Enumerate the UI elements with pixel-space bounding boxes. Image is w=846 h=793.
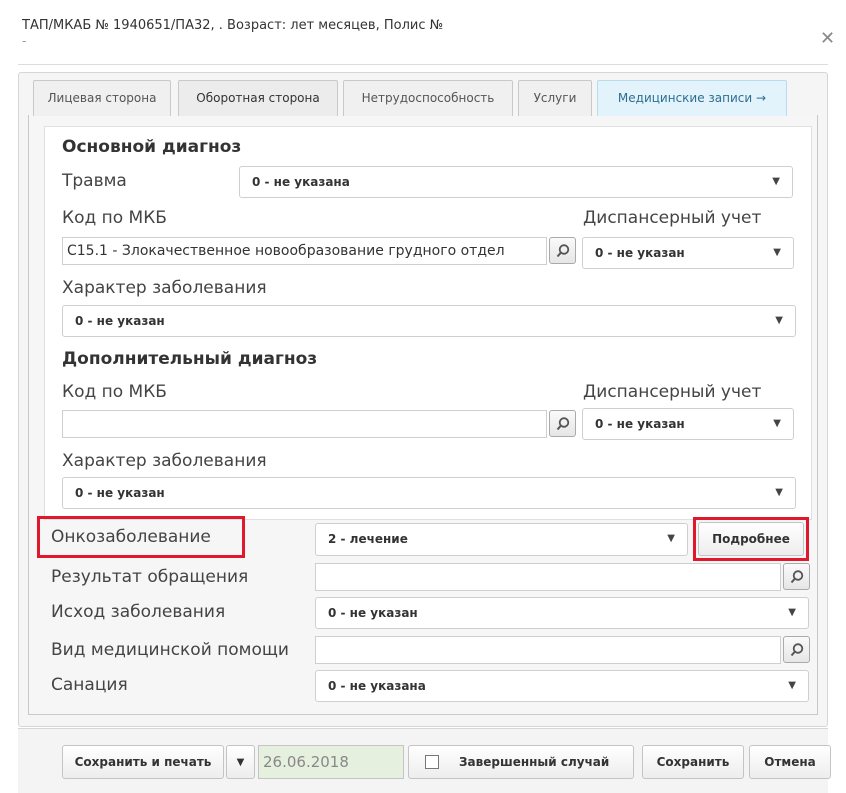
- chevron-down-icon: ▼: [773, 418, 781, 429]
- onco-select[interactable]: 2 - лечение ▼: [315, 523, 688, 556]
- chevron-down-icon: ▼: [775, 315, 783, 326]
- trauma-select[interactable]: 0 - не указана ▼: [239, 166, 793, 198]
- mkb-input[interactable]: С15.1 - Злокачественное новообразование …: [62, 237, 547, 265]
- character-value: 0 - не указан: [75, 314, 165, 328]
- dispensary-label: Диспансерный учет: [583, 208, 762, 228]
- cancel-button[interactable]: Отмена: [749, 745, 831, 779]
- extra-dispensary-label: Диспансерный учет: [583, 382, 762, 402]
- completed-case-checkbox[interactable]: Завершенный случай: [408, 745, 634, 779]
- chevron-down-icon: ▼: [667, 533, 675, 544]
- sanation-select[interactable]: 0 - не указана ▼: [315, 670, 809, 702]
- chevron-down-icon: ▼: [775, 487, 783, 498]
- extra-dispensary-value: 0 - не указан: [595, 417, 685, 431]
- character-label: Характер заболевания: [62, 278, 267, 298]
- trauma-label: Травма: [62, 171, 127, 191]
- completed-case-label: Завершенный случай: [459, 755, 610, 769]
- chevron-down-icon: ▼: [773, 247, 781, 258]
- mkb-search-button[interactable]: [549, 237, 576, 264]
- dialog-header: [0, 0, 846, 70]
- tab-services[interactable]: Услуги: [518, 80, 592, 116]
- extra-character-label: Характер заболевания: [62, 451, 267, 471]
- onco-label: Онкозаболевание: [51, 527, 211, 547]
- chevron-down-icon: ▼: [772, 176, 780, 187]
- search-icon: [556, 416, 569, 430]
- outcome-value: 0 - не указан: [328, 606, 418, 620]
- save-print-dropdown[interactable]: ▼: [226, 745, 255, 779]
- chevron-down-icon: ▼: [788, 680, 796, 691]
- sanation-label: Санация: [51, 675, 128, 695]
- extra-character-value: 0 - не указан: [75, 486, 165, 500]
- extra-mkb-search-button[interactable]: [549, 410, 576, 437]
- outcome-label: Исход заболевания: [51, 602, 226, 622]
- result-label: Результат обращения: [51, 567, 249, 587]
- dialog-subtitle: -: [22, 34, 27, 48]
- result-input[interactable]: [315, 563, 781, 591]
- chevron-down-icon: ▼: [236, 756, 245, 768]
- tab-back-side[interactable]: Оборотная сторона: [178, 80, 338, 116]
- extra-mkb-input[interactable]: [62, 410, 547, 438]
- dispensary-select[interactable]: 0 - не указан ▼: [582, 237, 794, 269]
- main-diagnosis-title: Основной диагноз: [62, 137, 242, 157]
- care-type-input[interactable]: [315, 636, 781, 664]
- save-print-button[interactable]: Сохранить и печать: [62, 745, 224, 779]
- chevron-down-icon: ▼: [788, 607, 796, 618]
- extra-diagnosis-title: Дополнительный диагноз: [62, 349, 318, 369]
- save-button[interactable]: Сохранить: [642, 745, 744, 779]
- onco-value: 2 - лечение: [328, 532, 408, 546]
- details-button[interactable]: Подробнее: [698, 522, 804, 556]
- checkbox-icon: [425, 755, 439, 769]
- tab-front-side[interactable]: Лицевая сторона: [33, 80, 171, 116]
- tab-disability[interactable]: Нетрудоспособность: [343, 80, 513, 116]
- character-select[interactable]: 0 - не указан ▼: [62, 305, 796, 337]
- extra-character-select[interactable]: 0 - не указан ▼: [62, 477, 796, 509]
- care-type-label: Вид медицинской помощи: [51, 640, 289, 660]
- search-icon: [790, 642, 803, 656]
- search-icon: [556, 243, 569, 257]
- extra-mkb-label: Код по МКБ: [62, 382, 167, 402]
- extra-dispensary-select[interactable]: 0 - не указан ▼: [582, 408, 794, 440]
- close-icon[interactable]: ✕: [820, 28, 835, 49]
- result-search-button[interactable]: [783, 563, 810, 590]
- dispensary-value: 0 - не указан: [595, 246, 685, 260]
- care-type-search-button[interactable]: [783, 636, 810, 663]
- outcome-select[interactable]: 0 - не указан ▼: [315, 597, 809, 629]
- dialog-title: ТАП/МКАБ № 1940651/ПА32, . Возраст: лет …: [22, 18, 444, 33]
- mkb-label: Код по МКБ: [62, 208, 167, 228]
- tab-medical-records[interactable]: Медицинские записи →: [597, 80, 787, 116]
- sanation-value: 0 - не указана: [328, 679, 426, 693]
- trauma-value: 0 - не указана: [252, 175, 350, 189]
- date-field[interactable]: 26.06.2018: [258, 745, 404, 779]
- search-icon: [790, 569, 803, 583]
- header-divider: [18, 64, 828, 65]
